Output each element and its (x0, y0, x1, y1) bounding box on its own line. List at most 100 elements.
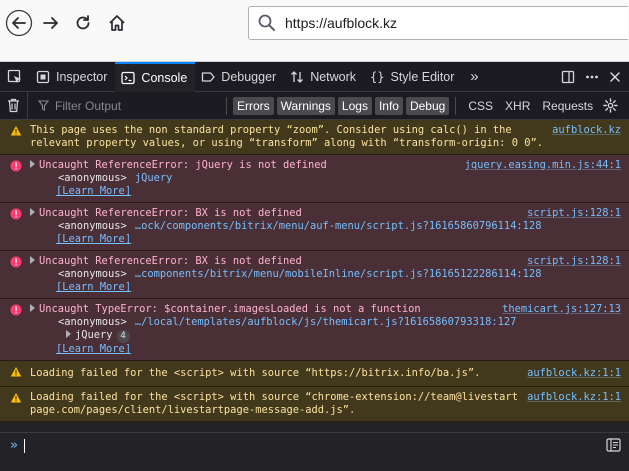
learn-more-link[interactable]: [Learn More] (56, 233, 131, 245)
tab-console[interactable]: Console (115, 61, 196, 92)
console-filter-bar: Filter Output Errors Warnings Logs Info … (0, 91, 629, 120)
stack-function: <anonymous> (58, 172, 127, 184)
learn-more-row: [Learn More] (30, 343, 621, 356)
inspector-icon (36, 70, 50, 83)
message-source-link[interactable]: jquery.easing.min.js:44:1 (465, 159, 621, 172)
divider (455, 96, 457, 115)
stack-location-link[interactable]: …/local/templates/aufblock/js/themicart.… (135, 316, 517, 328)
filter-logs-button[interactable]: Logs (337, 96, 372, 115)
close-icon[interactable] (609, 71, 621, 83)
filter-xhr-button[interactable]: XHR (505, 99, 530, 113)
async-frame-label: jQuery (75, 329, 113, 341)
stack-location-link[interactable]: jQuery (135, 172, 173, 184)
console-warning-message: Loading failed for the <script> with sou… (0, 387, 629, 422)
tab-style-editor[interactable]: {} Style Editor (364, 62, 462, 92)
tab-debugger-label: Debugger (221, 69, 277, 84)
prompt-chevron-icon: » (10, 438, 18, 453)
stack-frame: <anonymous> …/local/templates/aufblock/js… (30, 316, 621, 329)
message-source-link[interactable]: aufblock.kz:1:1 (527, 367, 621, 380)
stack-function: <anonymous> (58, 220, 127, 232)
console-warning-message: This page uses the non standard property… (0, 120, 629, 155)
expand-arrow-icon[interactable] (30, 256, 35, 264)
devtools-tabbar: Inspector Console Debugger Network {} St… (0, 61, 629, 92)
filter-output-input[interactable]: Filter Output (28, 92, 224, 120)
filter-icon (38, 100, 49, 111)
trash-icon (8, 98, 19, 113)
message-source-link[interactable]: script.js:128:1 (527, 255, 621, 268)
warning-icon (10, 367, 22, 377)
element-picker-button[interactable] (0, 62, 30, 92)
gear-icon[interactable] (603, 98, 618, 113)
tab-inspector-label: Inspector (56, 69, 108, 84)
clear-console-button[interactable] (0, 91, 28, 120)
stack-frame: <anonymous> jQuery (30, 172, 621, 185)
error-icon (10, 208, 22, 220)
learn-more-link[interactable]: [Learn More] (56, 343, 131, 355)
learn-more-link[interactable]: [Learn More] (56, 185, 131, 197)
async-frame[interactable]: jQuery 4 (30, 329, 621, 343)
back-arrow-icon (5, 9, 33, 37)
message-text: This page uses the non standard property… (30, 124, 543, 149)
learn-more-row: [Learn More] (30, 185, 621, 198)
message-text: Uncaught ReferenceError: jQuery is not d… (39, 159, 327, 171)
console-icon (121, 71, 136, 84)
forward-arrow-icon (43, 17, 58, 29)
message-source-link[interactable]: aufblock.kz:1:1 (527, 391, 621, 404)
filter-warnings-button[interactable]: Warnings (276, 96, 335, 115)
filter-requests-button[interactable]: Requests (542, 99, 593, 113)
filter-placeholder: Filter Output (55, 98, 122, 113)
tab-network[interactable]: Network (284, 62, 364, 92)
stack-frame: <anonymous> …ock/components/bitrix/menu/a… (30, 220, 621, 233)
message-source-link[interactable]: script.js:128:1 (527, 207, 621, 220)
warning-icon (10, 126, 22, 136)
expand-arrow-icon[interactable] (30, 304, 35, 312)
home-button[interactable] (102, 9, 132, 37)
message-source-link[interactable]: aufblock.kz (552, 124, 621, 137)
tab-network-label: Network (310, 69, 357, 84)
stack-location-link[interactable]: …ock/components/bitrix/menu/auf-menu/scr… (135, 220, 542, 232)
element-picker-icon (7, 69, 21, 83)
learn-more-row: [Learn More] (30, 233, 621, 246)
error-icon (10, 256, 22, 268)
message-source-link[interactable]: themicart.js:127:13 (502, 303, 621, 316)
tab-inspector[interactable]: Inspector (30, 62, 115, 92)
filter-info-button[interactable]: Info (374, 96, 403, 115)
reload-button[interactable] (68, 9, 98, 37)
expand-arrow-icon[interactable] (30, 160, 35, 168)
tab-debugger[interactable]: Debugger (195, 62, 284, 92)
back-button[interactable] (4, 9, 34, 37)
editor-mode-icon[interactable] (606, 438, 621, 452)
more-tools-button[interactable]: » (462, 68, 486, 85)
network-icon (291, 70, 304, 83)
error-icon (10, 304, 22, 316)
expand-arrow-icon[interactable] (66, 330, 71, 338)
browser-toolbar: https://aufblock.kz (0, 0, 629, 62)
filter-debug-button[interactable]: Debug (405, 96, 450, 115)
repeat-count-badge: 4 (116, 330, 130, 343)
divider (226, 96, 227, 115)
stack-location-link[interactable]: …components/bitrix/menu/mobileInline/scr… (135, 268, 542, 280)
expand-arrow-icon[interactable] (30, 208, 35, 216)
forward-button[interactable] (36, 9, 66, 37)
console-error-message: Uncaught ReferenceError: BX is not defin… (0, 251, 629, 299)
learn-more-row: [Learn More] (30, 281, 621, 294)
filter-errors-button[interactable]: Errors (233, 96, 274, 115)
tab-style-editor-label: Style Editor (390, 69, 455, 84)
debugger-icon (202, 71, 215, 82)
text-caret (23, 438, 25, 453)
console-error-message: Uncaught TypeError: $container.imagesLoa… (0, 299, 629, 361)
log-level-filters: Errors Warnings Logs Info Debug (229, 96, 450, 115)
url-bar[interactable]: https://aufblock.kz (248, 6, 628, 40)
error-icon (10, 160, 22, 172)
warning-icon (10, 393, 22, 403)
filter-css-button[interactable]: CSS (468, 99, 493, 113)
dock-layout-icon[interactable] (561, 70, 575, 84)
home-icon (109, 15, 125, 31)
message-text: Uncaught ReferenceError: BX is not defin… (39, 255, 302, 267)
console-messages: This page uses the non standard property… (0, 120, 629, 432)
learn-more-link[interactable]: [Learn More] (56, 281, 131, 293)
console-input[interactable]: » (0, 432, 629, 458)
search-icon (258, 14, 275, 31)
more-options-icon[interactable] (585, 70, 599, 84)
style-editor-icon: {} (370, 69, 385, 84)
